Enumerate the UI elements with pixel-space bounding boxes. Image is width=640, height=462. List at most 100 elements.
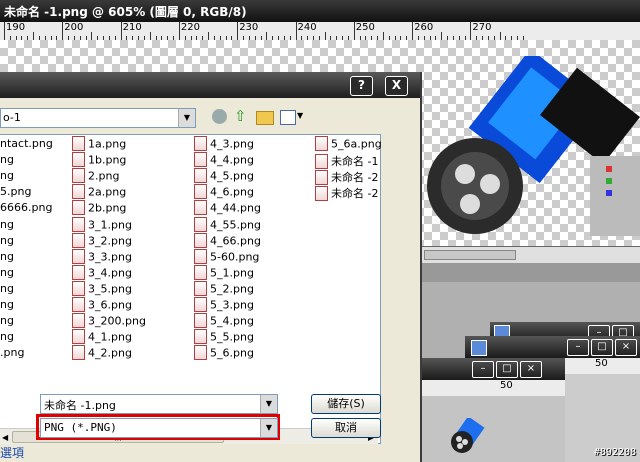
file-item[interactable]: ng [0,169,14,184]
file-item[interactable]: 3_4.png [72,264,132,281]
back-icon[interactable] [212,109,227,124]
png-file-icon [194,345,207,361]
file-item[interactable]: 未命名 -2 [315,185,379,201]
horizontal-ruler: 190 200 210 220 230 240 250 260 270 [0,22,640,41]
file-item[interactable]: ng [0,314,14,329]
file-item[interactable]: ng [0,250,14,265]
file-item[interactable]: 5_2.png [194,280,254,297]
file-name: ng [0,153,14,167]
file-item[interactable]: 5-60.png [194,248,259,265]
file-item[interactable]: ng [0,153,14,168]
png-file-icon [72,232,85,248]
file-item[interactable]: 5.png [0,185,31,200]
file-item[interactable]: 4_2.png [72,345,132,361]
file-item[interactable]: 5_5.png [194,329,254,345]
file-name: 5_2.png [210,282,254,296]
file-item[interactable]: 5_4.png [194,313,254,329]
file-item[interactable]: 未命名 -1 [315,153,378,169]
view-menu-icon[interactable] [280,110,296,125]
png-file-icon [194,264,207,280]
file-item[interactable]: ntact.png [0,137,53,152]
ruler-tick [412,22,414,40]
file-name: 4_44.png [210,201,261,215]
file-item[interactable]: 2b.png [72,200,127,216]
file-item[interactable]: 4_6.png [194,184,254,200]
ruler-tick [324,32,326,40]
save-button[interactable]: 儲存(S) [311,394,381,414]
png-file-icon [315,136,328,151]
file-name: 4_55.png [210,218,261,231]
file-item[interactable]: 4_3.png [194,136,254,152]
up-folder-icon[interactable]: ⇧ [234,108,249,125]
file-item[interactable]: 4_55.png [194,216,261,233]
file-item[interactable]: 3_2.png [72,232,132,249]
options-label[interactable]: 選項 [0,444,24,461]
file-item[interactable]: 1b.png [72,152,126,168]
canvas-horizontal-scrollbar[interactable] [420,246,640,263]
file-item[interactable]: 4_5.png [194,168,254,184]
filename-input[interactable]: 未命名 -1.png ▼ [40,394,278,414]
ruler-tick [208,32,210,40]
file-item[interactable]: 3_6.png [72,297,132,313]
ruler-tick [149,32,151,40]
file-item[interactable]: 未命名 -2 [315,169,378,185]
file-item[interactable]: 4_66.png [194,232,261,249]
scroll-left-icon[interactable]: ◀ [2,433,8,442]
file-item[interactable]: 4_4.png [194,152,254,168]
file-name: 3_5.png [88,282,132,296]
maximize-icon-4[interactable]: □ [496,361,518,378]
file-item[interactable]: 3_5.png [72,280,132,297]
scrollbar-thumb[interactable] [424,250,516,260]
close-icon-4[interactable]: × [520,361,542,378]
file-item[interactable]: ng [0,330,14,345]
filetype-dropdown[interactable]: PNG (*.PNG) ▼ [40,418,278,438]
document-title-bar[interactable]: 未命名 -1.png @ 605% (圖層 0, RGB/8) [0,0,640,22]
minimize-icon-4[interactable]: – [472,361,494,378]
file-item[interactable]: 3_3.png [72,248,132,265]
window-canvas-4[interactable] [420,396,565,462]
file-item[interactable]: 5_1.png [194,264,254,281]
cancel-button[interactable]: 取消 [311,418,381,438]
window-title-bar-3[interactable]: – □ × [465,336,640,358]
file-name: 4_1.png [88,330,132,344]
file-name: 3_2.png [88,234,132,248]
file-name: 4_4.png [210,153,254,167]
file-item[interactable]: 3_1.png [72,216,132,233]
file-item[interactable]: ng [0,266,14,281]
view-menu-chevron-icon[interactable]: ▼ [297,111,303,120]
png-file-icon [72,248,85,264]
file-item[interactable]: 4_1.png [72,329,132,345]
file-item[interactable]: 5_6a.png [315,136,382,152]
window-ruler-2: 50 [565,358,640,375]
chevron-down-icon[interactable]: ▼ [260,395,277,413]
file-item[interactable]: 3_200.png [72,313,146,329]
file-item[interactable]: 2a.png [72,184,126,200]
file-name: 未命名 -2 [331,187,379,201]
file-item[interactable]: 6666.png [0,201,52,216]
close-button[interactable]: X [385,76,408,96]
file-name: 2b.png [88,201,127,215]
file-item[interactable]: ng [0,218,14,233]
minimize-icon-3[interactable]: – [567,339,589,356]
file-name: 6666.png [0,201,53,215]
file-item[interactable]: ng [0,234,14,249]
file-item[interactable]: .png [0,346,24,361]
save-in-dropdown[interactable]: o-1 ▼ [0,108,196,128]
file-item[interactable]: 2.png [72,168,119,184]
file-item[interactable]: 4_44.png [194,200,261,216]
png-file-icon [72,216,85,232]
file-item[interactable]: 5_3.png [194,297,254,313]
close-icon-3[interactable]: × [615,339,637,356]
maximize-icon-3[interactable]: □ [591,339,613,356]
chevron-down-icon[interactable]: ▼ [178,109,195,127]
dialog-title-bar[interactable]: ? X [0,72,420,98]
chevron-down-icon[interactable]: ▼ [260,419,277,437]
film-reel-thumbnail [451,418,485,453]
file-item[interactable]: 5_6.png [194,345,254,361]
file-item[interactable]: 1a.png [72,136,126,152]
help-button[interactable]: ? [350,76,373,96]
file-item[interactable]: ng [0,298,14,313]
new-folder-icon[interactable] [256,111,274,125]
file-item[interactable]: ng [0,282,14,297]
window-title-bar-4[interactable]: – □ × [420,358,565,380]
